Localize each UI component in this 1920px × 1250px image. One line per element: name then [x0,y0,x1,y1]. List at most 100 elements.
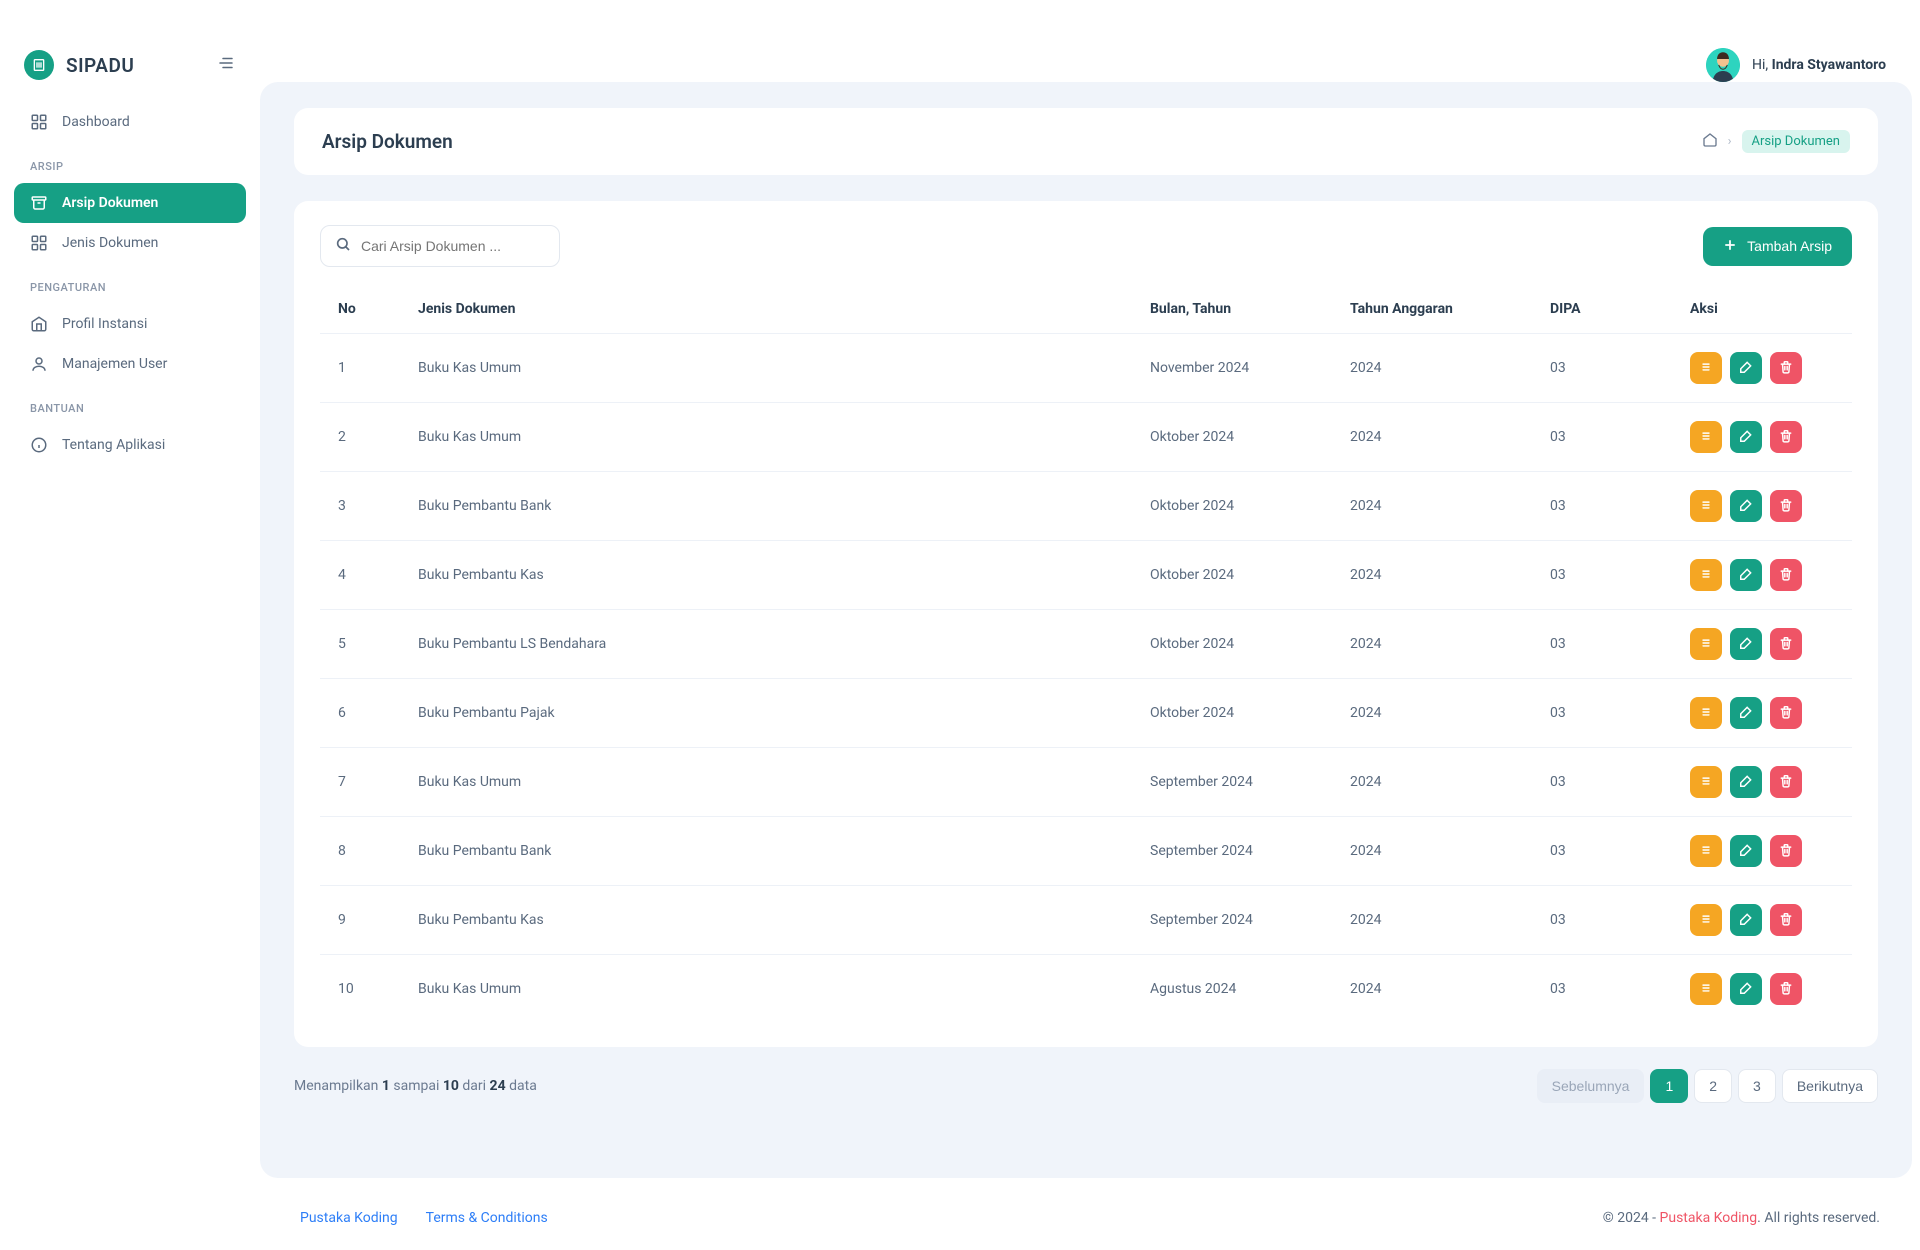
cell-aksi [1672,334,1852,403]
cell-dipa: 03 [1532,679,1672,748]
sidebar-section-title: PENGATURAN [14,263,246,304]
page-title: Arsip Dokumen [322,130,453,153]
cell-jenis: Buku Kas Umum [400,748,1132,817]
delete-button[interactable] [1770,835,1802,867]
detail-button[interactable] [1690,973,1722,1005]
pagination-prev[interactable]: Sebelumnya [1537,1069,1645,1103]
detail-button[interactable] [1690,421,1722,453]
arsip-table: No Jenis Dokumen Bulan, Tahun Tahun Angg… [320,285,1852,1023]
pagination-page-3[interactable]: 3 [1738,1069,1776,1103]
detail-button[interactable] [1690,490,1722,522]
table-row: 1Buku Kas UmumNovember 2024202403 [320,334,1852,403]
cell-dipa: 03 [1532,334,1672,403]
detail-button[interactable] [1690,697,1722,729]
trash-icon [1779,498,1793,515]
menu-toggle-icon[interactable] [216,54,236,76]
sidebar-item-tentang-aplikasi[interactable]: Tentang Aplikasi [14,425,246,465]
delete-button[interactable] [1770,559,1802,591]
sidebar-section-title: ARSIP [14,142,246,183]
cell-dipa: 03 [1532,955,1672,1024]
sidebar-item-label: Manajemen User [62,356,167,372]
page-header: Arsip Dokumen › Arsip Dokumen [294,108,1878,175]
trash-icon [1779,567,1793,584]
pagination-next[interactable]: Berikutnya [1782,1069,1878,1103]
edit-button[interactable] [1730,490,1762,522]
delete-button[interactable] [1770,697,1802,729]
pagination-page-2[interactable]: 2 [1694,1069,1732,1103]
footer-link-terms[interactable]: Terms & Conditions [426,1210,548,1226]
footer-link-pustaka[interactable]: Pustaka Koding [300,1210,398,1226]
table-row: 7Buku Kas UmumSeptember 2024202403 [320,748,1852,817]
edit-button[interactable] [1730,628,1762,660]
delete-button[interactable] [1770,421,1802,453]
list-icon [1699,498,1713,515]
brand-name: SIPADU [66,54,134,77]
sidebar-item-arsip-dokumen[interactable]: Arsip Dokumen [14,183,246,223]
detail-button[interactable] [1690,559,1722,591]
edit-button[interactable] [1730,697,1762,729]
cell-aksi [1672,748,1852,817]
cell-tahun: 2024 [1332,955,1532,1024]
cell-jenis: Buku Pembantu LS Bendahara [400,610,1132,679]
cell-tahun: 2024 [1332,472,1532,541]
list-icon [1699,636,1713,653]
col-no: No [320,285,400,334]
cell-aksi [1672,886,1852,955]
pagination-summary: Menampilkan 1 sampai 10 dari 24 data [294,1078,537,1094]
detail-button[interactable] [1690,904,1722,936]
pagination-page-1[interactable]: 1 [1650,1069,1688,1103]
table-row: 6Buku Pembantu PajakOktober 2024202403 [320,679,1852,748]
sidebar-item-dashboard[interactable]: Dashboard [14,102,246,142]
edit-button[interactable] [1730,973,1762,1005]
list-icon [1699,705,1713,722]
delete-button[interactable] [1770,490,1802,522]
cell-bulan: Oktober 2024 [1132,610,1332,679]
detail-button[interactable] [1690,352,1722,384]
cell-jenis: Buku Pembantu Bank [400,817,1132,886]
table-row: 8Buku Pembantu BankSeptember 2024202403 [320,817,1852,886]
col-aksi: Aksi [1672,285,1852,334]
edit-button[interactable] [1730,421,1762,453]
cell-dipa: 03 [1532,817,1672,886]
cell-dipa: 03 [1532,886,1672,955]
trash-icon [1779,981,1793,998]
delete-button[interactable] [1770,628,1802,660]
edit-button[interactable] [1730,835,1762,867]
search-box[interactable] [320,225,560,267]
list-icon [1699,843,1713,860]
add-arsip-button[interactable]: Tambah Arsip [1703,227,1852,266]
user-menu[interactable]: Hi, Indra Styawantoro [1706,48,1886,82]
delete-button[interactable] [1770,904,1802,936]
detail-button[interactable] [1690,628,1722,660]
brand-logo-icon [24,50,54,80]
edit-button[interactable] [1730,904,1762,936]
footer: Pustaka Koding Terms & Conditions © 2024… [260,1186,1920,1250]
edit-button[interactable] [1730,766,1762,798]
user-greeting: Hi, Indra Styawantoro [1752,57,1886,73]
cell-bulan: September 2024 [1132,748,1332,817]
sidebar-item-manajemen-user[interactable]: Manajemen User [14,344,246,384]
sidebar-item-jenis-dokumen[interactable]: Jenis Dokumen [14,223,246,263]
list-icon [1699,429,1713,446]
edit-icon [1739,912,1753,929]
delete-button[interactable] [1770,352,1802,384]
col-jenis: Jenis Dokumen [400,285,1132,334]
cell-aksi [1672,472,1852,541]
trash-icon [1779,774,1793,791]
detail-button[interactable] [1690,766,1722,798]
sidebar-item-label: Dashboard [62,114,130,130]
footer-copyright: © 2024 - Pustaka Koding. All rights rese… [1603,1210,1880,1226]
home-icon[interactable] [1702,132,1718,152]
detail-button[interactable] [1690,835,1722,867]
search-input[interactable] [361,238,545,254]
edit-button[interactable] [1730,352,1762,384]
cell-no: 4 [320,541,400,610]
brand[interactable]: SIPADU [24,50,134,80]
delete-button[interactable] [1770,766,1802,798]
cell-jenis: Buku Pembantu Bank [400,472,1132,541]
edit-button[interactable] [1730,559,1762,591]
breadcrumb-current: Arsip Dokumen [1742,130,1850,153]
sidebar-item-profil-instansi[interactable]: Profil Instansi [14,304,246,344]
delete-button[interactable] [1770,973,1802,1005]
cell-no: 5 [320,610,400,679]
